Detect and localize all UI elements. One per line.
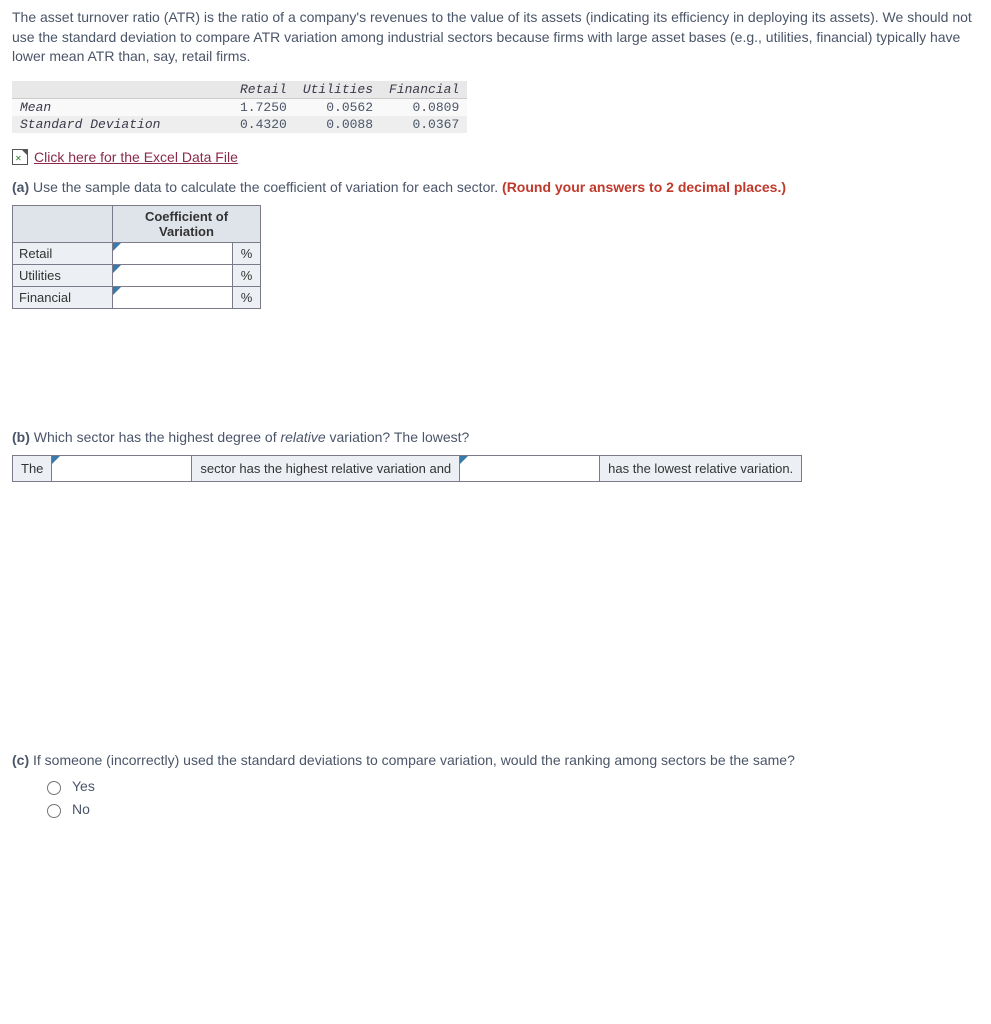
part-b-label: (b) [12,429,30,445]
lowest-sector-input[interactable] [460,456,599,481]
cv-financial-input-cell [113,286,233,308]
data-row-mean-label: Mean [12,98,232,116]
cv-answer-table: Coefficient of Variation Retail % Utilit… [12,205,261,309]
radio-yes-row[interactable]: Yes [42,778,979,795]
radio-no-label: No [72,801,90,817]
radio-yes-label: Yes [72,778,95,794]
part-c-radio-group: Yes No [12,778,979,818]
data-table-blank-header [12,81,232,99]
input-flag-icon [113,287,121,295]
data-mean-financial: 0.0809 [381,98,467,116]
data-col-retail: Retail [232,81,295,99]
highest-sector-input[interactable] [52,456,191,481]
part-a-text: (a) Use the sample data to calculate the… [12,179,979,195]
input-flag-icon [113,265,121,273]
data-sd-financial: 0.0367 [381,116,467,133]
part-c-question: If someone (incorrectly) used the standa… [29,752,795,768]
part-b-sentence-table: The sector has the highest relative vari… [12,455,802,482]
cv-utilities-input-cell [113,264,233,286]
part-b-italic: relative [280,429,325,445]
input-flag-icon [52,456,60,464]
part-c-text: (c) If someone (incorrectly) used the st… [12,752,979,768]
intro-paragraph: The asset turnover ratio (ATR) is the ra… [12,8,979,67]
cv-retail-input-cell [113,242,233,264]
part-a-block: (a) Use the sample data to calculate the… [12,179,979,309]
cv-row-retail-label: Retail [13,242,113,264]
sentence-tail: has the lowest relative variation. [600,455,802,481]
excel-file-icon [12,149,28,165]
cv-retail-input[interactable] [113,243,232,264]
radio-yes-input[interactable] [47,781,61,795]
data-row-sd-label: Standard Deviation [12,116,232,133]
part-b-after: variation? The lowest? [326,429,470,445]
data-col-financial: Financial [381,81,467,99]
part-b-block: (b) Which sector has the highest degree … [12,429,979,482]
input-flag-icon [113,243,121,251]
sentence-mid: sector has the highest relative variatio… [192,455,460,481]
data-mean-utilities: 0.0562 [295,98,381,116]
cv-row-utilities-label: Utilities [13,264,113,286]
cv-header: Coefficient of Variation [113,205,261,242]
atr-data-table: Retail Utilities Financial Mean 1.7250 0… [12,81,467,133]
radio-no-input[interactable] [47,804,61,818]
cv-table-blank-header [13,205,113,242]
cv-row-financial-label: Financial [13,286,113,308]
data-sd-retail: 0.4320 [232,116,295,133]
part-b-before: Which sector has the highest degree of [30,429,281,445]
part-a-instruction: (Round your answers to 2 decimal places.… [502,179,786,195]
part-c-label: (c) [12,752,29,768]
data-sd-utilities: 0.0088 [295,116,381,133]
lowest-blank-cell [460,455,600,481]
excel-data-link[interactable]: Click here for the Excel Data File [12,149,238,165]
cv-utilities-input[interactable] [113,265,232,286]
radio-no-row[interactable]: No [42,801,979,818]
cv-utilities-unit: % [233,264,261,286]
part-c-block: (c) If someone (incorrectly) used the st… [12,752,979,818]
sentence-lead: The [13,455,52,481]
part-a-question: Use the sample data to calculate the coe… [29,179,502,195]
data-mean-retail: 1.7250 [232,98,295,116]
highest-blank-cell [52,455,192,481]
excel-link-text: Click here for the Excel Data File [34,149,238,165]
cv-financial-unit: % [233,286,261,308]
part-b-text: (b) Which sector has the highest degree … [12,429,979,445]
input-flag-icon [460,456,468,464]
part-a-label: (a) [12,179,29,195]
cv-retail-unit: % [233,242,261,264]
cv-financial-input[interactable] [113,287,232,308]
data-col-utilities: Utilities [295,81,381,99]
